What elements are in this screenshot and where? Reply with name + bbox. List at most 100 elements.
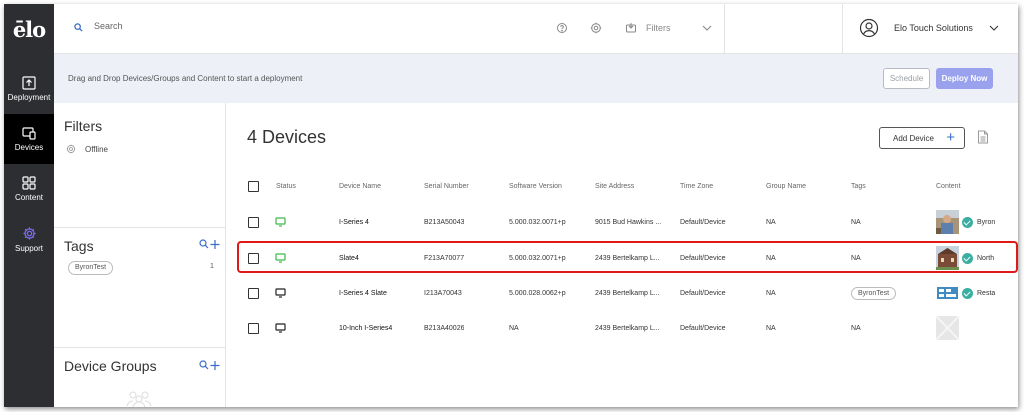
deploy-hint-text: Drag and Drop Devices/Groups and Content… [68,74,303,83]
device-groups-title: Device Groups [64,358,157,374]
user-avatar-icon[interactable] [859,18,879,38]
tag-pill[interactable]: ByronTest [68,261,114,275]
content-grid-icon [22,176,36,190]
user-chevron-down-icon[interactable] [989,25,999,31]
deploy-now-button[interactable]: Deploy Now [936,68,993,89]
divider [54,347,225,348]
row-checkbox[interactable] [248,217,259,228]
divider [842,4,843,54]
user-name[interactable]: Elo Touch Solutions [894,23,973,33]
help-icon[interactable] [556,22,568,34]
add-device-button[interactable]: Add Device + [879,127,965,149]
rail-item-devices[interactable]: Devices [4,114,54,164]
device-name[interactable]: I-Series 4 Slate [339,276,387,311]
col-content[interactable]: Content [936,169,961,204]
rail-label-support: Support [14,243,44,253]
content-thumbnail-sign[interactable] [936,281,959,305]
tag-count: 1 [210,263,214,270]
site-address: 2439 Bertelkamp L... [595,325,660,332]
export-document-icon[interactable] [977,130,989,144]
time-zone: Default/Device [680,219,726,226]
col-site-address[interactable]: Site Address [595,169,634,204]
rail-label-content: Content [14,193,44,202]
offline-monitor-icon [275,323,286,333]
site-address: 2439 Bertelkamp L... [595,290,660,297]
content-thumbnail-person[interactable] [936,210,959,234]
time-zone: Default/Device [680,290,726,297]
row-checkbox[interactable] [248,323,259,334]
row-checkbox[interactable] [248,288,259,299]
table-row[interactable]: 10-Inch I-Series4 B213A40026 NA 2439 Ber… [226,311,1018,346]
software-version: 5.000.028.0062+p [509,290,566,297]
col-serial-number[interactable]: Serial Number [424,169,469,204]
time-zone: Default/Device [680,325,726,332]
table-row[interactable]: I-Series 4 B213A50043 5.000.032.0071+p 9… [226,205,1018,240]
col-software-version[interactable]: Software Version [509,169,562,204]
device-name[interactable]: I-Series 4 [339,205,369,240]
col-status[interactable]: Status [276,169,296,204]
group-name: NA [766,290,776,297]
filter-item-label: Offline [85,144,108,154]
rail-item-content[interactable]: Content [4,164,54,214]
schedule-button[interactable]: Schedule [883,68,930,89]
device-name[interactable]: 10-Inch I-Series4 [339,311,392,346]
search-add-group-icon[interactable] [199,360,221,371]
software-version: 5.000.032.0071+p [509,219,566,226]
content-deployed-check-icon [962,217,973,228]
table-header: Status Device Name Serial Number Softwar… [226,169,1018,204]
offline-monitor-icon [275,288,286,298]
plus-icon: + [946,129,955,146]
content-deployed-check-icon [962,288,973,299]
rail-label-deployment: Deployment [7,93,51,102]
add-device-label: Add Device [893,133,934,143]
select-all-checkbox[interactable] [248,181,259,192]
page-title: 4 Devices [247,127,327,147]
tags: NA [851,219,861,226]
divider [724,4,725,54]
left-rail: ēlo Deployment Devices Content Support [4,4,54,407]
app-window: ēlo Deployment Devices Content Support F… [4,4,1018,407]
groups-placeholder-icon [126,391,152,407]
deploy-upload-icon [22,76,36,90]
tags: NA [851,325,861,332]
empty-content-placeholder-icon[interactable] [936,316,959,340]
col-tags[interactable]: Tags [851,169,866,204]
search-add-tag-icon[interactable] [199,239,221,250]
col-device-name[interactable]: Device Name [339,169,381,204]
table-row[interactable]: I-Series 4 Slate I213A70043 5.000.028.00… [226,276,1018,311]
search-icon[interactable] [74,23,83,32]
rail-item-support[interactable]: Support [4,214,54,264]
content-name: Byron [977,219,996,226]
divider [54,227,225,228]
top-bar: Filters Elo Touch Solutions [54,4,1018,54]
filter-item-offline[interactable]: Offline [66,144,108,154]
site-address: 9015 Bud Hawkins ... [595,219,662,226]
support-gear-icon [22,226,36,240]
col-group-name[interactable]: Group Name [766,169,806,204]
group-name: NA [766,325,776,332]
selected-row-highlight [237,241,1018,273]
rail-label-devices: Devices [14,142,44,152]
devices-icon [22,126,36,140]
software-version: NA [509,325,519,332]
filter-panel: Filters Offline Tags ByronTest 1 Device … [54,103,226,407]
serial-number: B213A40026 [424,325,465,332]
serial-number: I213A70043 [424,290,462,297]
tag-badge[interactable]: ByronTest [851,287,897,300]
offline-gear-icon [66,144,76,154]
elo-logo: ēlo [12,16,46,42]
tags-title: Tags [64,238,94,254]
tags-cell: ByronTest [851,276,897,311]
col-time-zone[interactable]: Time Zone [680,169,713,204]
search-input[interactable] [94,21,394,31]
rail-item-deployment[interactable]: Deployment [4,64,54,114]
filters-label[interactable]: Filters [646,23,671,33]
settings-gear-icon[interactable] [590,22,602,34]
group-name: NA [766,219,776,226]
content-name: Resta [977,290,996,297]
serial-number: B213A50043 [424,219,465,226]
chevron-down-icon[interactable] [702,25,712,31]
filters-title: Filters [64,118,103,134]
deploy-banner: Drag and Drop Devices/Groups and Content… [54,54,1018,103]
filters-icon[interactable] [625,22,637,34]
